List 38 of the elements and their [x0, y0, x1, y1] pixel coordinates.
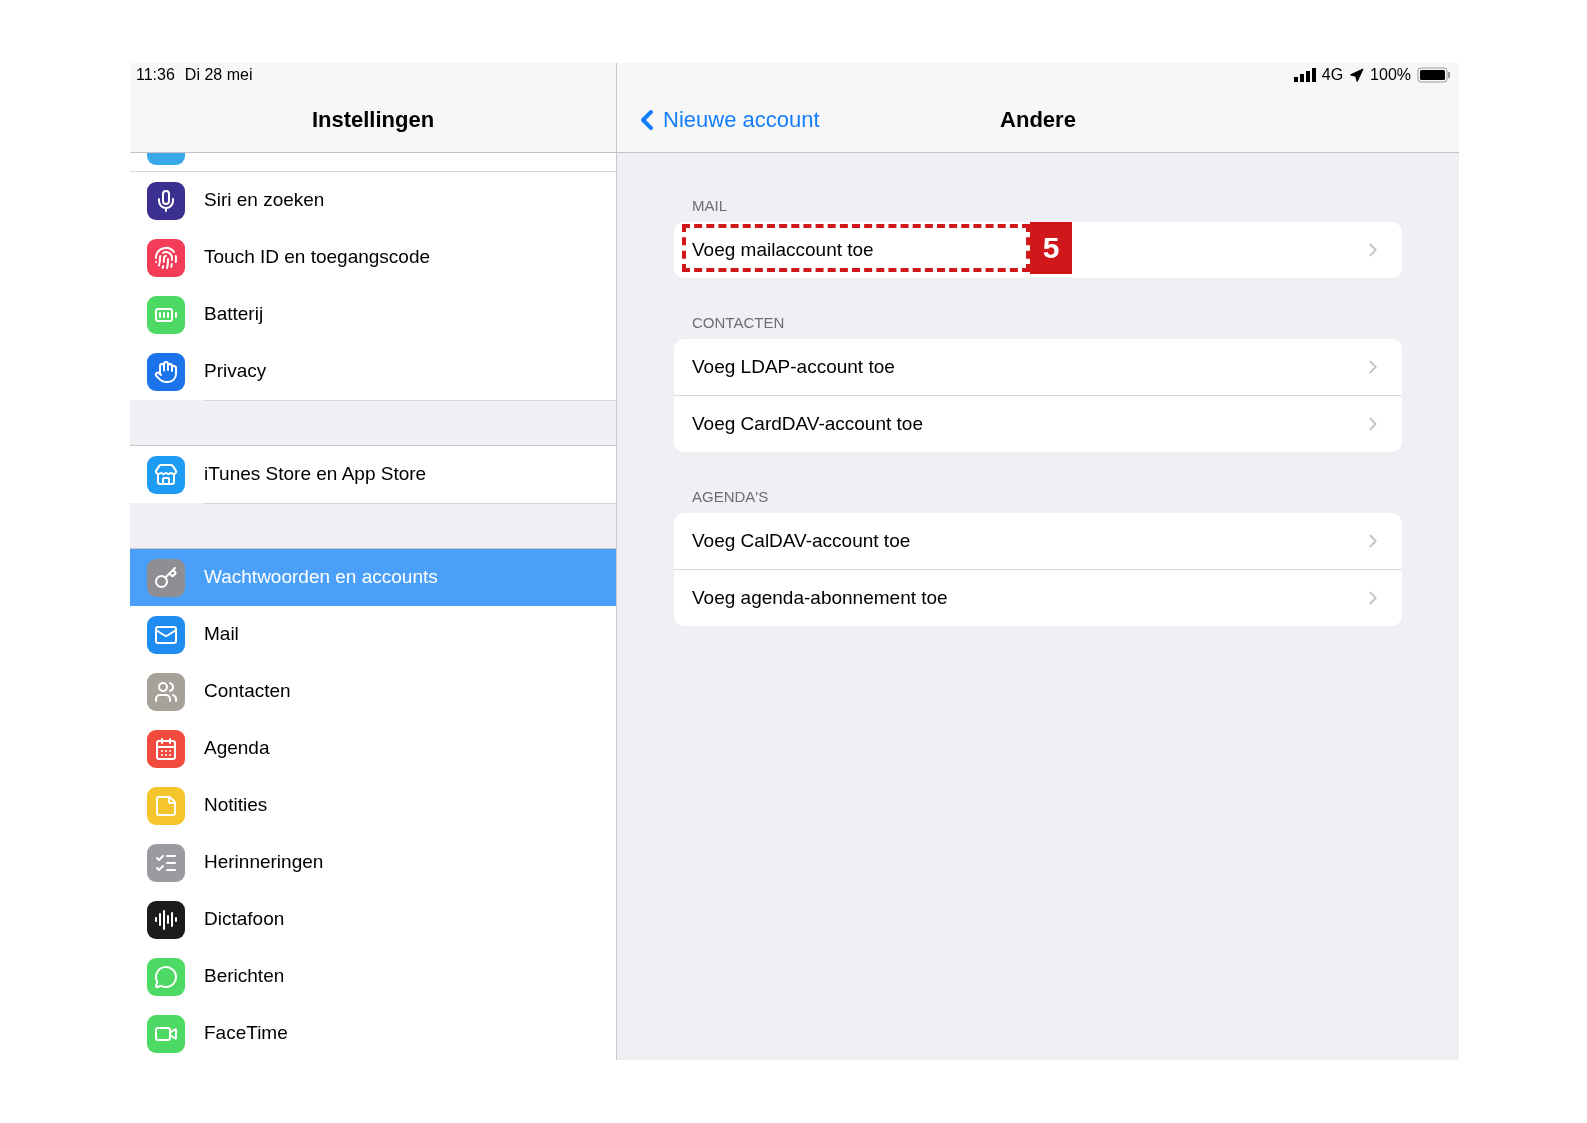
- status-time: 11:36: [136, 66, 175, 84]
- step-badge: 5: [1030, 222, 1072, 274]
- microphone-icon: [147, 181, 185, 220]
- row-label: Voeg CardDAV-account toe: [692, 413, 923, 435]
- speech-bubble-icon: [147, 957, 185, 996]
- section-header: AGENDA'S: [691, 487, 770, 507]
- calendar-icon: [147, 729, 185, 768]
- settings-row[interactable]: Voeg agenda-abonnement toe: [674, 570, 1402, 626]
- checklist-icon: [147, 843, 185, 882]
- signal-icon: [1293, 68, 1316, 82]
- notes-icon: [147, 786, 185, 825]
- section-header: MAIL: [691, 196, 728, 216]
- sidebar-title: Instellingen: [311, 106, 435, 133]
- settings-row[interactable]: Voeg CalDAV-account toe: [674, 513, 1402, 570]
- battery-icon: [1417, 67, 1451, 83]
- envelope-icon: [147, 615, 185, 654]
- section-header: CONTACTEN: [691, 313, 786, 333]
- settings-row[interactable]: Voeg LDAP-account toe: [674, 339, 1402, 396]
- back-link[interactable]: Nieuwe account: [631, 103, 820, 136]
- settings-row[interactable]: Voeg mailaccount toe 5: [674, 222, 1402, 278]
- sound-wave-icon: [147, 900, 185, 939]
- key-icon: [147, 558, 185, 597]
- row-label: Voeg mailaccount toe: [692, 239, 874, 261]
- store-icon: [147, 455, 185, 494]
- row-label: Voeg LDAP-account toe: [692, 356, 895, 378]
- battery-percentage: 100%: [1370, 66, 1411, 84]
- status-date: Di 28 mei: [184, 66, 253, 84]
- video-camera-icon: [147, 1014, 185, 1053]
- hand-icon: [147, 352, 185, 391]
- battery-icon: [147, 295, 185, 334]
- row-label: Voeg CalDAV-account toe: [692, 530, 911, 552]
- fingerprint-icon: [147, 238, 185, 277]
- settings-row[interactable]: Voeg CardDAV-account toe: [674, 396, 1402, 452]
- network-type: 4G: [1321, 66, 1344, 84]
- page-title: Andere: [1000, 106, 1076, 133]
- row-label: Voeg agenda-abonnement toe: [692, 587, 948, 609]
- location-icon: [1349, 67, 1365, 83]
- contacts-icon: [147, 672, 185, 711]
